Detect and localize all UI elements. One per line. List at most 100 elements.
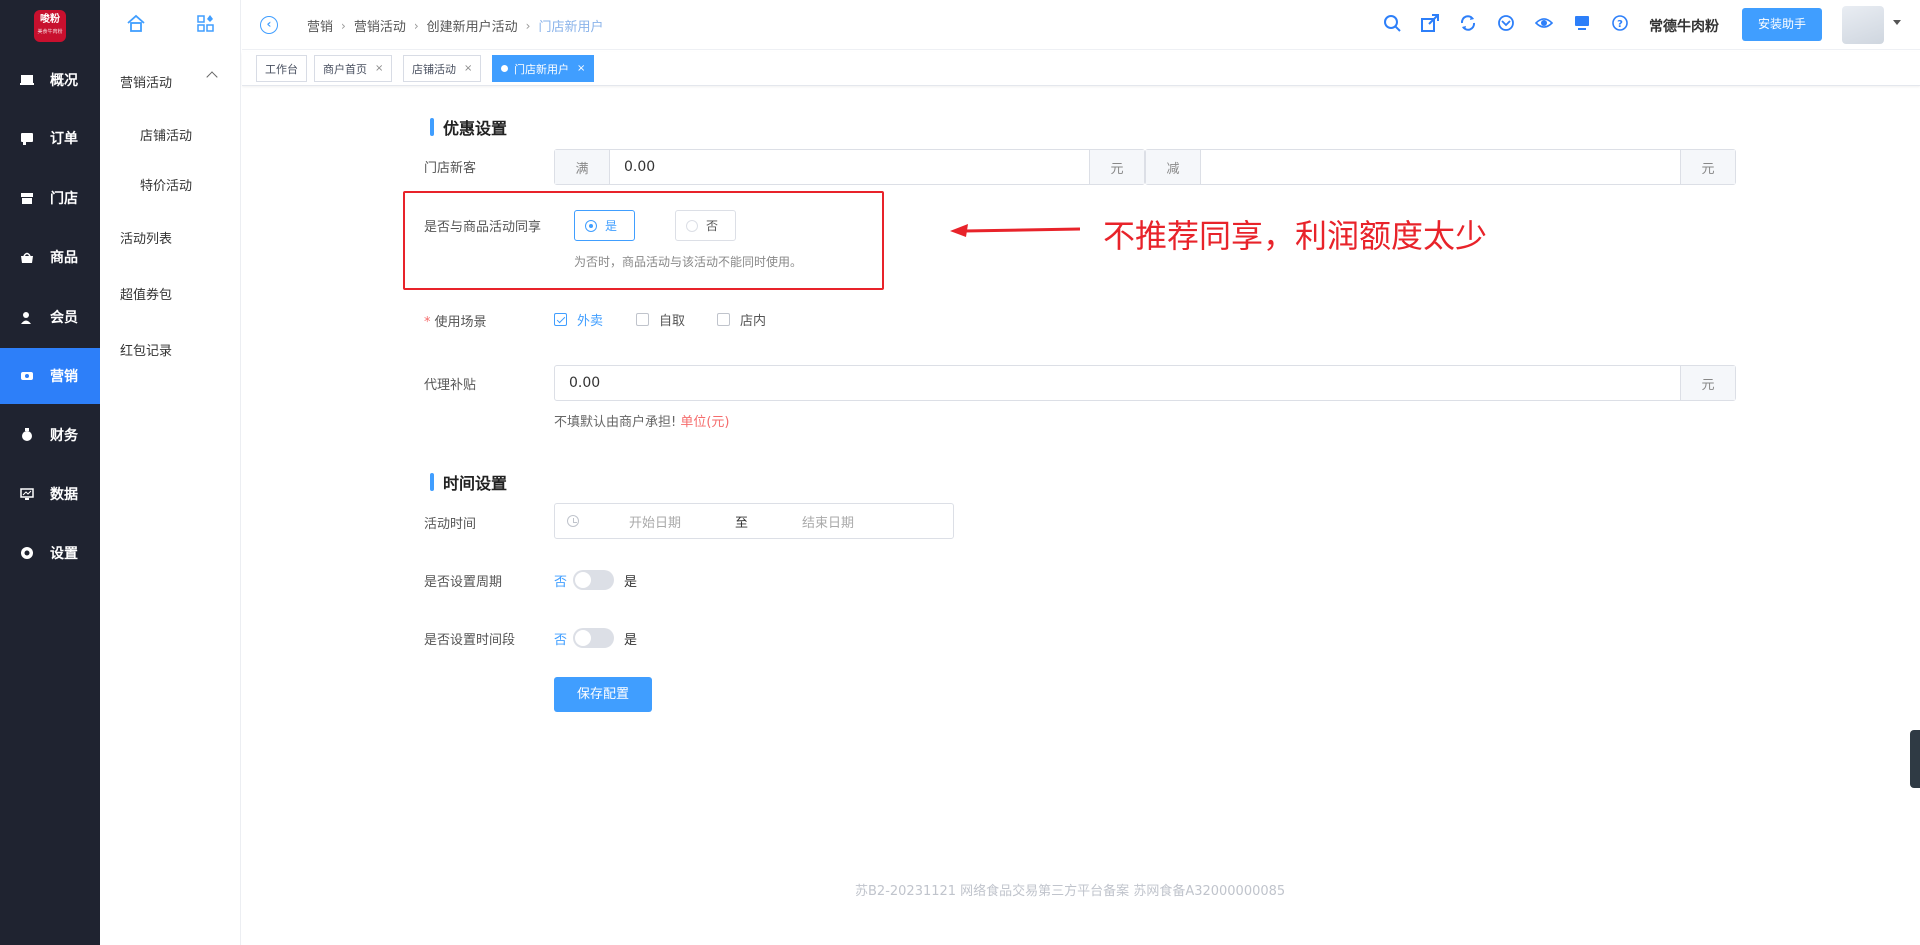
- nav-item-data[interactable]: 数据: [0, 466, 100, 522]
- tab-store-new-user[interactable]: 门店新用户 ×: [492, 55, 595, 82]
- section-title-time: 时间设置: [430, 470, 507, 494]
- save-config-button[interactable]: 保存配置: [554, 677, 652, 712]
- chevron-right-icon: ›: [413, 18, 419, 33]
- full-amount-input[interactable]: 0.00: [610, 150, 1089, 184]
- breadcrumb-item[interactable]: 营销: [307, 16, 333, 35]
- brand-logo[interactable]: 唆粉 美食牛肉粉: [34, 10, 66, 42]
- cycle-switch-row: 否 是: [554, 570, 637, 590]
- period-toggle[interactable]: [573, 628, 615, 648]
- checkbox-label: 自取: [659, 314, 686, 329]
- close-icon[interactable]: ×: [375, 63, 383, 74]
- switch-on-label: 是: [624, 574, 638, 590]
- breadcrumb-current: 门店新用户: [538, 20, 604, 35]
- full-prefix: 满: [555, 150, 610, 184]
- nav-item-settings[interactable]: 设置: [0, 525, 100, 581]
- side-widget[interactable]: [1910, 730, 1920, 788]
- tab-bar: 工作台 商户首页 × 店铺活动 × 门店新用户 ×: [242, 52, 1920, 86]
- submenu-item-coupon-pack[interactable]: 超值券包: [120, 284, 172, 303]
- submenu-item-redpacket-records[interactable]: 红包记录: [120, 340, 172, 359]
- tab-label: 商户首页: [323, 62, 367, 76]
- date-range-picker[interactable]: 开始日期 至 结束日期: [554, 503, 954, 539]
- nav-item-goods[interactable]: 商品: [0, 229, 100, 285]
- checkbox-label: 店内: [740, 314, 767, 329]
- marketing-icon: [20, 369, 34, 383]
- scene-dinein-checkbox[interactable]: 店内: [717, 310, 766, 329]
- breadcrumb-item[interactable]: 创建新用户活动: [427, 16, 518, 35]
- scene-takeout-checkbox[interactable]: 外卖: [554, 310, 603, 329]
- eye-icon[interactable]: [1525, 14, 1563, 36]
- caret-down-icon[interactable]: [1893, 20, 1901, 25]
- external-link-icon[interactable]: [1411, 14, 1449, 36]
- checkbox-icon: [554, 313, 567, 326]
- nav-label: 概况: [50, 73, 78, 89]
- nav-label: 会员: [50, 310, 78, 326]
- install-assistant-button[interactable]: 安装助手: [1742, 8, 1822, 41]
- help-icon[interactable]: ?: [1601, 14, 1639, 36]
- checkbox-label: 外卖: [577, 314, 604, 329]
- subsidy-unit: 单位(元): [680, 415, 730, 430]
- annotation-text: 不推荐同享，利润额度太少: [1103, 217, 1488, 255]
- radio-label: 否: [706, 219, 719, 233]
- svg-text:?: ?: [1617, 19, 1623, 30]
- breadcrumb-item[interactable]: 营销活动: [354, 16, 406, 35]
- full-amount-field: 满 0.00 元: [554, 149, 1145, 185]
- apps-icon[interactable]: [196, 14, 216, 38]
- switch-on-label: 是: [624, 632, 638, 648]
- user-name[interactable]: 常德牛肉粉: [1649, 16, 1719, 36]
- nav-label: 门店: [50, 191, 78, 207]
- member-icon: [20, 310, 34, 324]
- end-date-input[interactable]: 结束日期: [802, 512, 854, 531]
- tab-label: 店铺活动: [412, 62, 456, 76]
- scene-pickup-checkbox[interactable]: 自取: [636, 310, 685, 329]
- header-tools: ?: [1373, 14, 1639, 36]
- nav-item-marketing[interactable]: 营销: [0, 348, 100, 404]
- home-icon[interactable]: [126, 14, 146, 38]
- share-no-radio[interactable]: 否: [675, 210, 736, 241]
- back-arrow-icon[interactable]: ‹: [260, 16, 278, 34]
- chevron-up-icon[interactable]: [206, 71, 218, 83]
- start-date-input[interactable]: 开始日期: [629, 512, 681, 531]
- close-icon[interactable]: ×: [464, 63, 472, 74]
- search-icon[interactable]: [1373, 14, 1411, 36]
- new-customer-label: 门店新客: [424, 161, 477, 176]
- range-separator: 至: [735, 515, 749, 531]
- switch-off-label: 否: [554, 574, 568, 590]
- share-yes-radio[interactable]: 是: [574, 210, 635, 241]
- nav-label: 设置: [50, 546, 78, 562]
- data-icon: [20, 487, 34, 501]
- avatar[interactable]: [1842, 6, 1884, 44]
- nav-item-order[interactable]: 订单: [0, 110, 100, 166]
- submenu-item-store-activity[interactable]: 店铺活动: [140, 125, 192, 144]
- tab-workbench[interactable]: 工作台: [256, 55, 307, 82]
- radio-label: 是: [605, 219, 618, 233]
- annotation-highlight-box: [403, 191, 884, 290]
- active-dot-icon: [501, 65, 508, 72]
- download-icon[interactable]: [1487, 14, 1525, 36]
- subsidy-label: 代理补贴: [424, 378, 477, 393]
- nav-item-store[interactable]: 门店: [0, 170, 100, 226]
- submenu-group-marketing[interactable]: 营销活动: [120, 72, 172, 91]
- monitor-icon[interactable]: [1563, 14, 1601, 36]
- tab-label: 工作台: [265, 62, 298, 76]
- tab-store-activity[interactable]: 店铺活动 ×: [403, 55, 482, 82]
- nav-label: 订单: [50, 131, 78, 147]
- scene-label-text: 使用场景: [434, 315, 487, 330]
- close-icon[interactable]: ×: [577, 63, 585, 74]
- submenu-item-activity-list[interactable]: 活动列表: [120, 228, 172, 247]
- checkbox-icon: [717, 313, 730, 326]
- footer-record: 苏B2-20231121 网络食品交易第三方平台备案 苏网食备A32000000…: [855, 884, 1286, 899]
- main-sidebar: 唆粉 美食牛肉粉 概况 订单 门店 商品 会员 营销 财务 数据 设置: [0, 0, 100, 945]
- nav-item-overview[interactable]: 概况: [0, 52, 100, 108]
- subsidy-input[interactable]: 0.00: [555, 366, 1680, 400]
- goods-icon: [20, 250, 34, 264]
- finance-icon: [20, 428, 34, 442]
- nav-item-member[interactable]: 会员: [0, 289, 100, 345]
- cycle-toggle[interactable]: [573, 570, 615, 590]
- nav-item-finance[interactable]: 财务: [0, 407, 100, 463]
- refresh-icon[interactable]: [1449, 14, 1487, 36]
- nav-label: 数据: [50, 487, 78, 503]
- minus-amount-input[interactable]: [1201, 150, 1680, 184]
- full-suffix: 元: [1089, 150, 1144, 184]
- submenu-item-special-price[interactable]: 特价活动: [140, 175, 192, 194]
- tab-merchant-home[interactable]: 商户首页 ×: [314, 55, 393, 82]
